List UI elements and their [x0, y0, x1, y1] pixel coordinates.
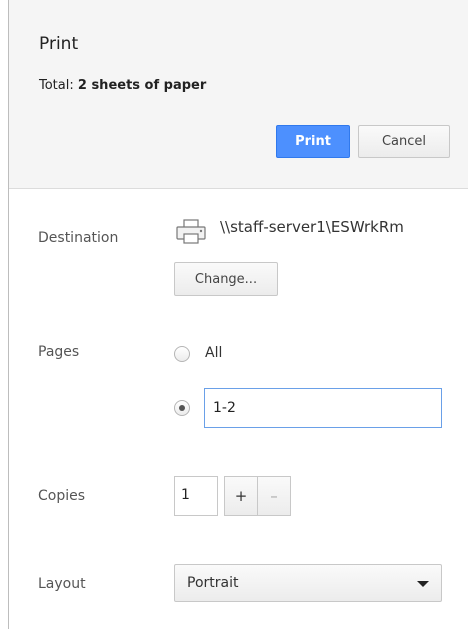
print-button[interactable]: Print [276, 125, 350, 158]
printer-icon [175, 219, 209, 245]
layout-select[interactable]: Portrait [174, 564, 442, 602]
layout-selected-value: Portrait [187, 575, 239, 591]
copies-number: 1 [181, 487, 190, 503]
pages-all-radio[interactable] [174, 346, 190, 362]
layout-label: Layout [38, 576, 86, 592]
chevron-down-icon [417, 581, 429, 587]
pages-custom-radio[interactable] [174, 400, 190, 416]
pages-all-label: All [205, 345, 223, 361]
sheet-summary: Total: 2 sheets of paper [39, 78, 206, 93]
copies-decrement-button[interactable]: – [257, 476, 291, 516]
summary-sheets: 2 sheets of paper [77, 78, 207, 93]
pages-range-input[interactable] [204, 388, 442, 428]
change-destination-button[interactable]: Change... [174, 262, 278, 296]
summary-prefix: Total: [39, 78, 78, 93]
dialog-title: Print [39, 34, 79, 54]
copies-label: Copies [38, 488, 86, 504]
destination-label: Destination [38, 230, 119, 246]
copies-value[interactable]: 1 [174, 476, 218, 516]
copies-increment-button[interactable]: + [224, 476, 258, 516]
pages-label: Pages [38, 344, 80, 360]
print-header: Print Total: 2 sheets of paper Print Can… [9, 0, 468, 189]
radio-selected-dot [179, 405, 185, 411]
cancel-button[interactable]: Cancel [358, 125, 450, 158]
destination-printer-name: \\staff-server1\ESWrkRm [220, 218, 404, 236]
